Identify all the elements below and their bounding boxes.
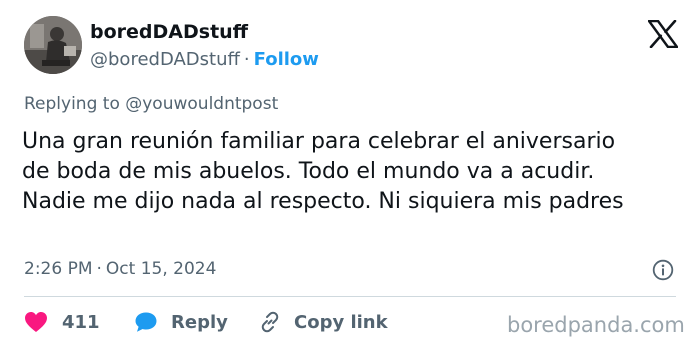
reply-label: Reply bbox=[171, 311, 228, 333]
avatar[interactable] bbox=[24, 16, 82, 74]
info-icon[interactable] bbox=[652, 259, 674, 281]
tweet-text: Una gran reunión familiar para celebrar … bbox=[22, 127, 692, 217]
replying-to-label: Replying to bbox=[24, 94, 120, 114]
timestamp[interactable]: 2:26 PM · Oct 15, 2024 bbox=[24, 259, 216, 279]
reply-bubble-icon bbox=[135, 312, 157, 332]
divider bbox=[24, 296, 676, 297]
copy-link-label: Copy link bbox=[294, 311, 388, 333]
tweet-text-line: Una gran reunión familiar para celebrar … bbox=[22, 129, 616, 154]
handle-row: @boredDADstuff · Follow bbox=[90, 49, 319, 70]
tweet-text-line: de boda de mis abuelos. Todo el mundo va… bbox=[22, 159, 595, 184]
replying-to-handle[interactable]: @youwouldntpost bbox=[125, 94, 278, 114]
display-name[interactable]: boredDADstuff bbox=[90, 21, 248, 43]
separator-dot: · bbox=[243, 49, 250, 70]
link-icon bbox=[261, 311, 279, 333]
heart-icon bbox=[25, 312, 47, 332]
timestamp-time: 2:26 PM bbox=[24, 259, 93, 279]
separator-dot: · bbox=[96, 259, 102, 279]
copy-link-button[interactable]: Copy link bbox=[258, 307, 388, 337]
watermark: boredpanda.com bbox=[507, 313, 685, 337]
like-count: 411 bbox=[62, 311, 100, 333]
timestamp-date: Oct 15, 2024 bbox=[105, 259, 217, 279]
like-button[interactable]: 411 bbox=[24, 307, 100, 337]
x-logo-icon[interactable] bbox=[648, 20, 678, 48]
tweet-text-line: Nadie me dijo nada al respecto. Ni siqui… bbox=[22, 189, 624, 214]
replying-to: Replying to @youwouldntpost bbox=[24, 94, 278, 114]
follow-button[interactable]: Follow bbox=[254, 49, 319, 70]
avatar-image bbox=[24, 16, 82, 74]
reply-button[interactable]: Reply bbox=[134, 307, 228, 337]
user-handle[interactable]: @boredDADstuff bbox=[90, 49, 240, 70]
tweet-card: boredDADstuff @boredDADstuff · Follow Repl… bbox=[0, 0, 700, 348]
